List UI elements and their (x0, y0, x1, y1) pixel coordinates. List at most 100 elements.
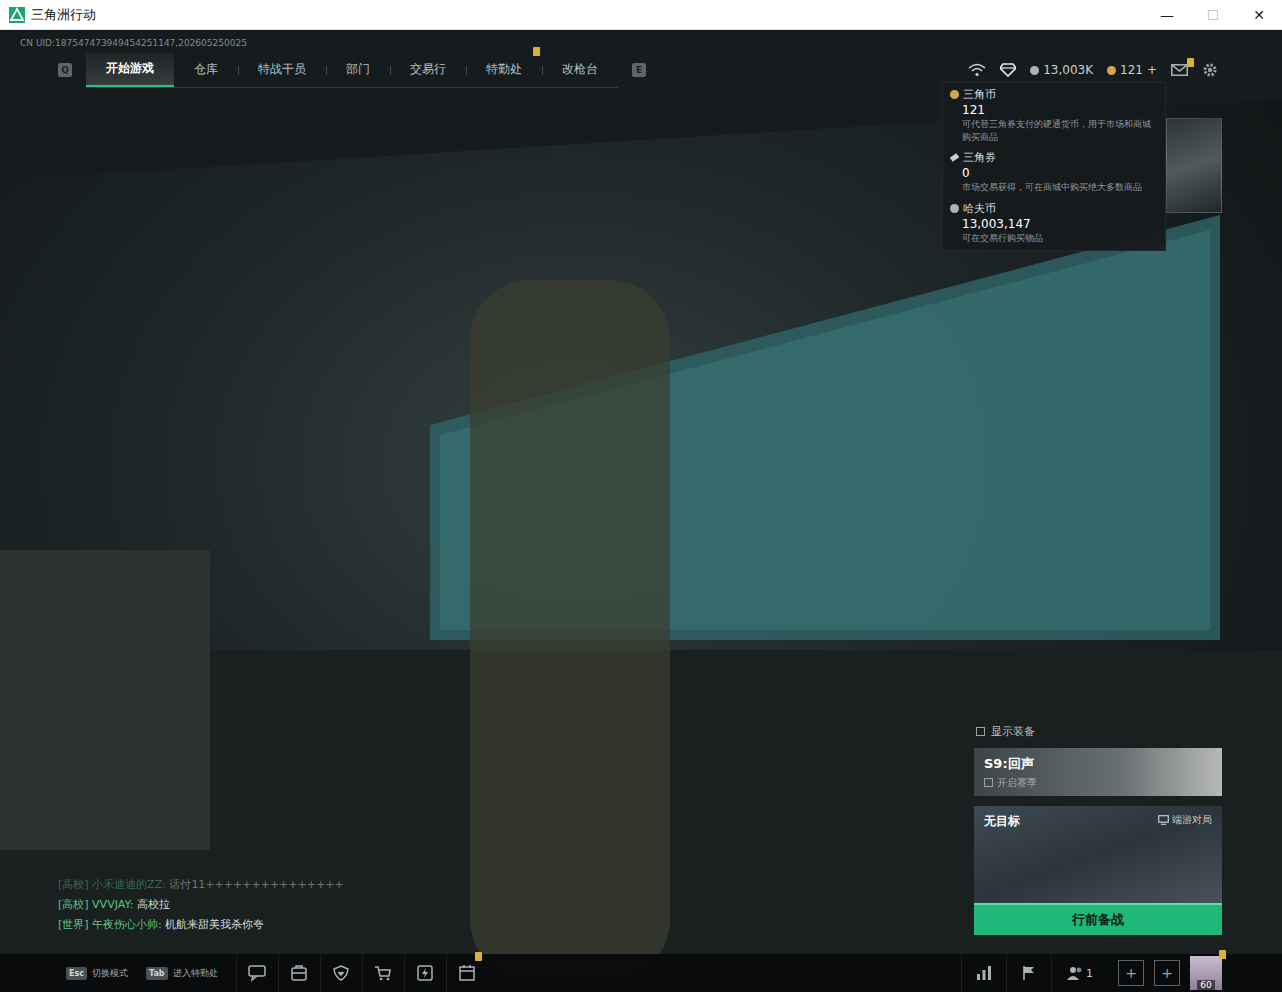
nav-tab[interactable]: 交易行 (390, 53, 466, 87)
delta-coin-icon (1107, 66, 1116, 75)
bottom-bar: Esc切换模式 Tab 进入特勤处 1 + +60 (0, 954, 1282, 992)
nav-tab-label: 改枪台 (562, 61, 598, 78)
shortcut-key: Esc (66, 967, 87, 980)
mode-card[interactable]: 无目标端游对局 (974, 806, 1222, 903)
nav-tab[interactable]: 特勤处 (466, 53, 542, 87)
player-avatar[interactable]: 60 (1190, 956, 1222, 990)
game-lobby: CN UID:187547473949454251147,20260525002… (0, 30, 1282, 992)
season-subtitle: 开启赛季 (997, 776, 1037, 790)
mode-tag: 端游对局 (1172, 813, 1212, 827)
chat-message: [世界] 午夜伤心小帅: 机航来甜美我杀你夸 (58, 917, 344, 932)
player-level: 60 (1197, 980, 1214, 990)
calendar-button[interactable] (446, 954, 488, 992)
shortcut[interactable]: Esc切换模式 (66, 967, 128, 980)
ticket-icon (950, 153, 959, 162)
chat-sender: 小禾迪迪的ZZ: (92, 878, 166, 891)
friends-button[interactable]: 1 (1051, 954, 1108, 992)
chat-channel: [高校] (58, 878, 89, 891)
currency-value: 0 (950, 166, 1157, 180)
chat-channel: [高校] (58, 898, 89, 911)
settings-gear-icon[interactable] (1202, 62, 1218, 78)
haf-coin-amount: 13,003K (1043, 63, 1093, 77)
invite-slot-button[interactable]: + (1118, 960, 1144, 986)
delta-coin-amount: 121 (1120, 63, 1143, 77)
nav-tab-label: 部门 (346, 61, 370, 78)
game-logo-icon (9, 7, 25, 23)
currency-bar: 13,003K 121 + (968, 62, 1218, 78)
chat-feed: [高校] 小禾迪迪的ZZ: 话付11+++++++++++++++[高校] VV… (58, 877, 344, 932)
calendar-icon (458, 964, 476, 982)
chat-sender: VVVJAY: (92, 898, 133, 911)
match-panel: 显示装备S9:回声开启赛季无目标端游对局行前备战 (974, 724, 1222, 935)
nav-tab-label: 仓库 (194, 61, 218, 78)
notice-badge (1219, 950, 1226, 959)
nav-tab-label: 交易行 (410, 61, 446, 78)
close-button[interactable]: ✕ (1236, 0, 1282, 29)
monitor-icon (1158, 815, 1169, 825)
currency-description: 可在交易行购买物品 (950, 232, 1157, 245)
currency-value: 121 (950, 103, 1157, 117)
minimize-button[interactable]: — (1144, 0, 1190, 29)
season-card[interactable]: S9:回声开启赛季 (974, 748, 1222, 796)
nav-tab[interactable]: 开始游戏 (86, 53, 174, 87)
event-thumbnail (1166, 118, 1222, 213)
mail-button[interactable] (1171, 64, 1188, 76)
show-gear-toggle[interactable]: 显示装备 (974, 724, 1222, 748)
toolbar (236, 954, 488, 992)
shortcut[interactable]: Tab 进入特勤处 (146, 967, 218, 980)
coin-icon (950, 90, 959, 99)
haf-coin-icon (1030, 66, 1039, 75)
add-currency-button[interactable]: + (1147, 63, 1157, 77)
chat-message: [高校] VVVJAY: 高校拉 (58, 897, 344, 912)
chat-message: [高校] 小禾迪迪的ZZ: 话付11+++++++++++++++ (58, 877, 344, 892)
prepare-button[interactable]: 行前备战 (974, 903, 1222, 935)
shield-heart-icon (332, 964, 350, 982)
title-bar: 三角洲行动 —☐✕ (0, 0, 1282, 30)
bar-chart-icon (976, 965, 992, 981)
friends-icon (1067, 966, 1083, 980)
shortcut-label: 进入特勤处 (173, 967, 218, 980)
cart-icon (374, 964, 392, 982)
currency-value: 13,003,147 (950, 217, 1157, 231)
haf-coin-balance: 13,003K (1030, 63, 1093, 77)
user-id: CN UID:187547473949454251147,20260525002… (0, 30, 1282, 50)
shortcut-key: Tab (146, 967, 168, 980)
currency-description: 市场交易获得，可在商城中购买绝大多数商品 (950, 181, 1157, 194)
currency-name: 三角币 (963, 87, 996, 102)
flag-icon (1021, 965, 1037, 981)
coin-icon (950, 204, 959, 213)
nav-tab[interactable]: 部门 (326, 53, 390, 87)
prev-tab-key[interactable]: Q (58, 63, 72, 77)
backpack-button[interactable] (278, 954, 320, 992)
window-controls: —☐✕ (1144, 0, 1282, 29)
main-nav: 开始游戏 仓库 特战干员 部门 交易行 特勤处 改枪台 (86, 53, 618, 88)
invite-slot-button[interactable]: + (1154, 960, 1180, 986)
currency-entry: 哈夫币13,003,147可在交易行购买物品 (950, 201, 1157, 245)
chat-channel: [世界] (58, 918, 89, 931)
chat-text: 话付11+++++++++++++++ (169, 878, 343, 891)
shield-heart-button[interactable] (320, 954, 362, 992)
lightning-button[interactable] (404, 954, 446, 992)
notice-badge (533, 47, 540, 56)
nav-tab-label: 特战干员 (258, 61, 306, 78)
cart-button[interactable] (362, 954, 404, 992)
notice-badge (1187, 58, 1194, 67)
stats-button[interactable] (961, 954, 1006, 992)
maximize-button[interactable]: ☐ (1190, 0, 1236, 29)
chat-button[interactable] (236, 954, 278, 992)
season-box-icon (984, 778, 993, 787)
team-flag-button[interactable] (1006, 954, 1051, 992)
social-bar: 1 + +60 (961, 954, 1222, 992)
next-tab-key[interactable]: E (632, 63, 646, 77)
delta-coin-balance: 121 + (1107, 63, 1157, 77)
nav-tab[interactable]: 改枪台 (542, 53, 618, 87)
nav-tab[interactable]: 仓库 (174, 53, 238, 87)
chat-icon (248, 964, 266, 982)
nav-tab-label: 特勤处 (486, 61, 522, 78)
lightning-icon (416, 964, 434, 982)
window-title: 三角洲行动 (31, 6, 96, 24)
show-gear-checkbox[interactable] (976, 727, 985, 736)
diamond-icon[interactable] (1000, 63, 1016, 77)
nav-tab[interactable]: 特战干员 (238, 53, 326, 87)
wifi-icon (968, 63, 986, 77)
